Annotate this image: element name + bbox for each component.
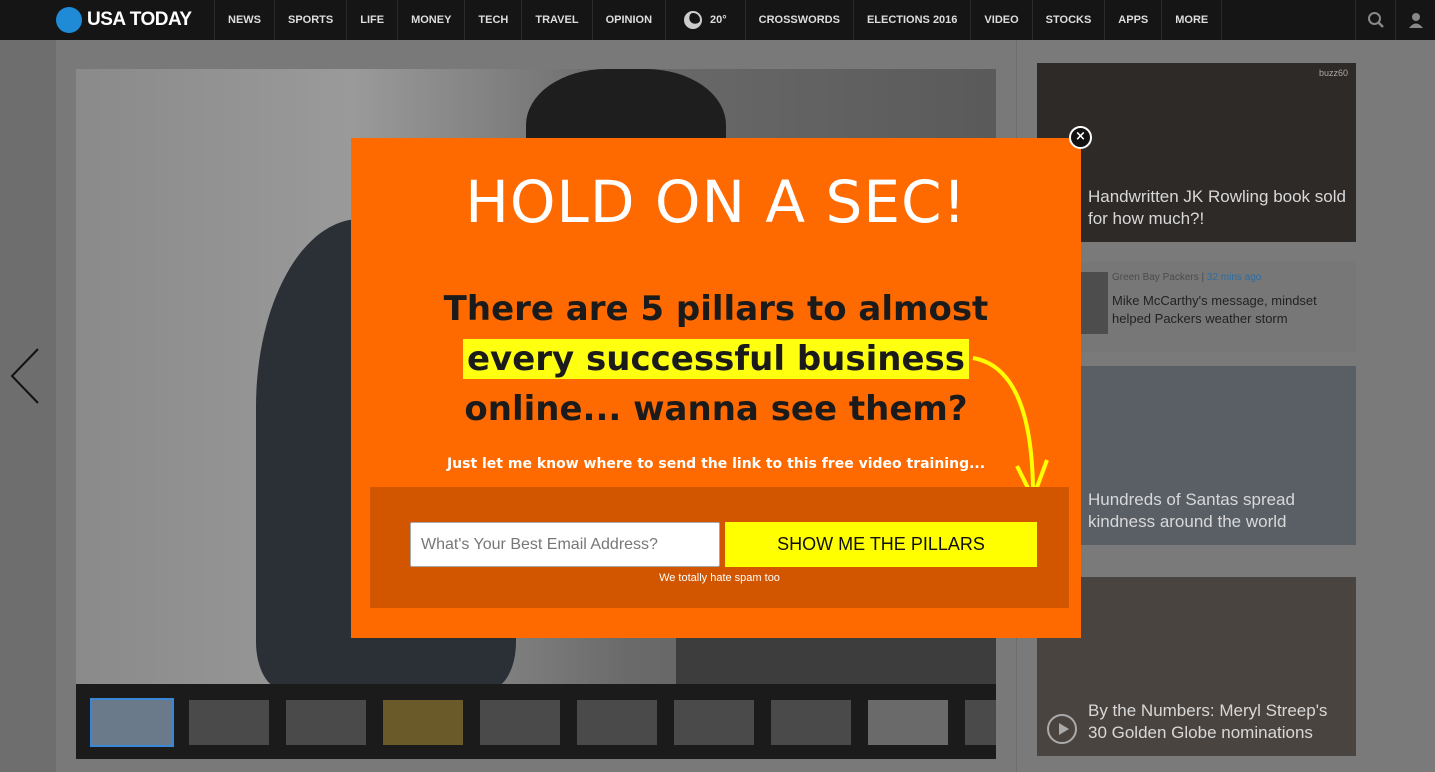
nav-item-crosswords[interactable]: CROSSWORDS xyxy=(746,0,854,40)
nav-item-life[interactable]: LIFE xyxy=(347,0,399,40)
news-time: 32 mins ago xyxy=(1206,272,1262,283)
close-button[interactable]: × xyxy=(1069,126,1092,149)
gallery-thumbnail[interactable] xyxy=(90,698,174,747)
nav-item-news[interactable]: NEWS xyxy=(215,0,275,40)
play-icon xyxy=(1047,714,1077,744)
nav-item-elections[interactable]: ELECTIONS 2016 xyxy=(854,0,972,40)
news-headline: Mike McCarthy's message, mindset helped … xyxy=(1112,293,1317,326)
news-thumbnail xyxy=(1080,272,1108,334)
sidebar-card[interactable]: buzz60 Handwritten JK Rowling book sold … xyxy=(1037,63,1356,242)
nav-item-apps[interactable]: APPS xyxy=(1105,0,1163,40)
top-nav: USA TODAY NEWS SPORTS LIFE MONEY TECH TR… xyxy=(0,0,1435,40)
nav-item-weather[interactable]: 20° xyxy=(666,0,746,40)
card-source-mark: buzz60 xyxy=(1318,68,1348,78)
nav-item-money[interactable]: MONEY xyxy=(398,0,466,40)
modal-title: HOLD ON A SEC! xyxy=(465,168,967,236)
news-category: Green Bay Packers xyxy=(1112,272,1199,283)
nav-item-tech[interactable]: TECH xyxy=(465,0,523,40)
gallery-thumbnail[interactable] xyxy=(674,700,754,745)
logo-dot-icon xyxy=(56,7,82,33)
account-button[interactable] xyxy=(1395,0,1435,40)
weather-temp: 20° xyxy=(710,14,727,26)
gallery-thumbnail[interactable] xyxy=(189,700,269,745)
logo-text: USA TODAY xyxy=(87,9,192,30)
news-meta: Green Bay Packers | 32 mins ago xyxy=(1112,272,1262,283)
gallery-thumbnail[interactable] xyxy=(771,700,851,745)
gallery-thumbnail-strip xyxy=(76,684,996,759)
gallery-thumbnail[interactable] xyxy=(480,700,560,745)
search-icon xyxy=(1367,12,1384,28)
modal-body-line: There are 5 pillars to almost xyxy=(443,289,989,329)
email-field[interactable] xyxy=(410,522,720,567)
modal-body-highlight: every successful business xyxy=(463,339,969,379)
card-title: Hundreds of Santas spread kindness aroun… xyxy=(1088,490,1295,531)
user-icon xyxy=(1408,13,1423,28)
sidebar-news-item[interactable]: Green Bay Packers | 32 mins ago Mike McC… xyxy=(1037,262,1356,352)
search-button[interactable] xyxy=(1355,0,1395,40)
gallery-thumbnail[interactable] xyxy=(965,700,996,745)
nav-items: NEWS SPORTS LIFE MONEY TECH TRAVEL OPINI… xyxy=(215,0,1355,40)
modal-subtext: Just let me know where to send the link … xyxy=(446,456,986,472)
gallery-thumbnail[interactable] xyxy=(577,700,657,745)
sidebar-card[interactable]: By the Numbers: Meryl Streep's 30 Golden… xyxy=(1037,577,1356,756)
close-icon: × xyxy=(1075,129,1086,144)
card-title: By the Numbers: Meryl Streep's 30 Golden… xyxy=(1088,701,1328,742)
optin-modal: HOLD ON A SEC! There are 5 pillars to al… xyxy=(351,138,1081,638)
arrow-swoosh-icon xyxy=(972,356,1049,504)
nav-item-travel[interactable]: TRAVEL xyxy=(522,0,593,40)
nav-item-stocks[interactable]: STOCKS xyxy=(1033,0,1106,40)
moon-icon xyxy=(684,11,703,29)
optin-form: SHOW ME THE PILLARS We totally hate spam… xyxy=(370,487,1069,608)
gallery-thumbnail[interactable] xyxy=(868,700,948,745)
nav-item-opinion[interactable]: OPINION xyxy=(593,0,667,40)
sidebar-card[interactable]: Hundreds of Santas spread kindness aroun… xyxy=(1037,366,1356,545)
card-title: Handwritten JK Rowling book sold for how… xyxy=(1088,187,1346,228)
nav-item-more[interactable]: MORE xyxy=(1162,0,1223,40)
gallery-thumbnail[interactable] xyxy=(383,700,463,745)
nav-right xyxy=(1355,0,1435,40)
chevron-left-icon xyxy=(10,348,39,404)
gallery-thumbnail[interactable] xyxy=(286,700,366,745)
spam-note: We totally hate spam too xyxy=(659,572,780,584)
site-logo[interactable]: USA TODAY xyxy=(0,0,215,40)
nav-item-sports[interactable]: SPORTS xyxy=(275,0,348,40)
show-pillars-button[interactable]: SHOW ME THE PILLARS xyxy=(725,522,1037,567)
gallery-prev-button[interactable] xyxy=(6,345,46,407)
nav-item-video[interactable]: VIDEO xyxy=(971,0,1033,40)
